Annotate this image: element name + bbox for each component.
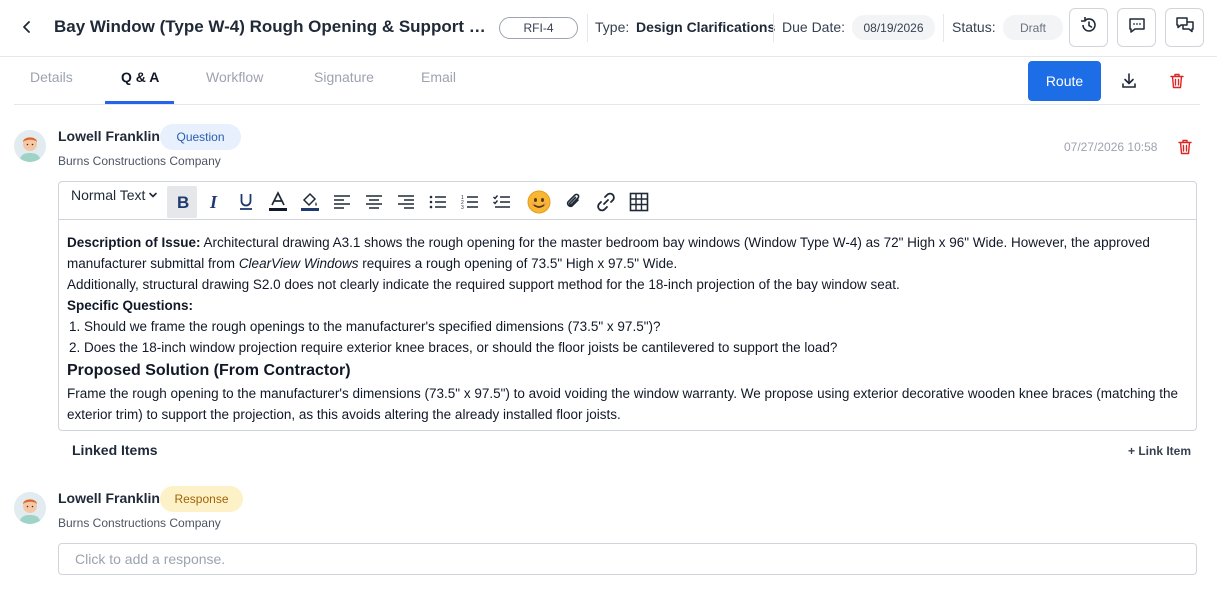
due-date-value: 08/19/2026 <box>852 15 935 40</box>
align-right-icon[interactable] <box>391 186 421 218</box>
svg-text:B: B <box>177 193 189 211</box>
history-button[interactable] <box>1069 8 1108 47</box>
tab-q-and-a[interactable]: Q & A <box>121 69 159 85</box>
question-badge: Question <box>160 124 241 150</box>
type-value: Design Clarifications <box>636 19 776 35</box>
emoji-icon[interactable] <box>524 186 554 218</box>
question-content[interactable]: Description of Issue: Architectural draw… <box>67 232 1187 425</box>
italic-icon[interactable]: I <box>199 186 229 218</box>
text-format-select[interactable]: Normal Text <box>71 187 158 203</box>
checklist-icon[interactable] <box>487 186 517 218</box>
type-label: Type: <box>595 19 630 35</box>
svg-text:I: I <box>209 193 218 211</box>
svg-text:3: 3 <box>461 205 464 211</box>
issue-brand: ClearView Windows <box>238 256 359 271</box>
solution-paragraph: Frame the rough opening to the manufactu… <box>67 386 1179 422</box>
link-icon[interactable] <box>591 186 621 218</box>
response-company: Burns Constructions Company <box>58 516 221 530</box>
attachment-icon[interactable] <box>559 186 589 218</box>
tab-email[interactable]: Email <box>421 69 456 85</box>
list-item: Should we frame the rough openings to th… <box>84 316 1187 337</box>
list-item: Does the 18-inch window projection requi… <box>84 337 1187 358</box>
question-author: Lowell Franklin <box>58 128 160 144</box>
response-badge: Response <box>160 486 243 512</box>
delete-question-icon[interactable] <box>1174 136 1196 158</box>
numbered-list-icon[interactable]: 123 <box>455 186 485 218</box>
bullet-list-icon[interactable] <box>423 186 453 218</box>
page-header: Bay Window (Type W-4) Rough Opening & Su… <box>0 0 1217 57</box>
text-color-icon[interactable] <box>263 186 293 218</box>
solution-heading: Proposed Solution (From Contractor) <box>67 362 351 379</box>
questions-list: Should we frame the rough openings to th… <box>67 316 1187 358</box>
tab-signature[interactable]: Signature <box>314 69 374 85</box>
tab-details[interactable]: Details <box>30 69 73 85</box>
questions-heading: Specific Questions: <box>67 298 194 313</box>
issue-heading: Description of Issue: <box>67 235 201 250</box>
align-left-icon[interactable] <box>327 186 357 218</box>
due-date-label: Due Date: <box>782 19 846 35</box>
additional-paragraph: Additionally, structural drawing S2.0 do… <box>67 277 900 292</box>
tab-workflow[interactable]: Workflow <box>206 69 263 85</box>
comment-button[interactable] <box>1117 8 1156 47</box>
underline-icon[interactable] <box>231 186 261 218</box>
active-tab-indicator <box>105 101 174 104</box>
divider <box>943 14 944 42</box>
link-item-button[interactable]: + Link Item <box>1128 444 1191 458</box>
back-icon[interactable] <box>16 16 38 38</box>
history-icon <box>1079 15 1099 40</box>
rfi-id-badge: RFI-4 <box>499 17 578 39</box>
avatar <box>14 130 46 162</box>
response-input[interactable] <box>58 543 1197 575</box>
comment-icon <box>1127 15 1147 40</box>
question-company: Burns Constructions Company <box>58 154 221 168</box>
avatar <box>14 492 46 524</box>
table-icon[interactable] <box>624 186 654 218</box>
status-badge: Draft <box>1003 15 1063 40</box>
bold-icon[interactable]: B <box>167 186 197 218</box>
highlight-icon[interactable] <box>295 186 325 218</box>
conversation-button[interactable] <box>1165 8 1204 47</box>
status-label: Status: <box>952 19 996 35</box>
route-button[interactable]: Route <box>1028 61 1101 101</box>
divider <box>587 14 588 42</box>
align-center-icon[interactable] <box>359 186 389 218</box>
tab-bar: Details Q & A Workflow Signature Email <box>14 57 1200 105</box>
chevron-down-icon <box>148 187 158 203</box>
issue-paragraph: Description of Issue: Architectural draw… <box>67 232 1187 274</box>
editor-toolbar: Normal Text B I 123 <box>59 182 1196 220</box>
response-author: Lowell Franklin <box>58 490 160 506</box>
question-timestamp: 07/27/2026 10:58 <box>1064 140 1158 154</box>
text-format-value: Normal Text <box>71 187 146 203</box>
issue-text-end: requires a rough opening of 73.5" High x… <box>358 256 678 271</box>
divider <box>773 14 774 42</box>
page-title: Bay Window (Type W-4) Rough Opening & Su… <box>54 17 490 36</box>
conversation-icon <box>1175 15 1195 40</box>
download-icon[interactable] <box>1118 70 1140 92</box>
question-editor[interactable]: Normal Text B I 123 Description of Issue… <box>58 181 1197 431</box>
linked-items-label: Linked Items <box>72 442 158 458</box>
delete-rfi-icon[interactable] <box>1166 70 1188 92</box>
